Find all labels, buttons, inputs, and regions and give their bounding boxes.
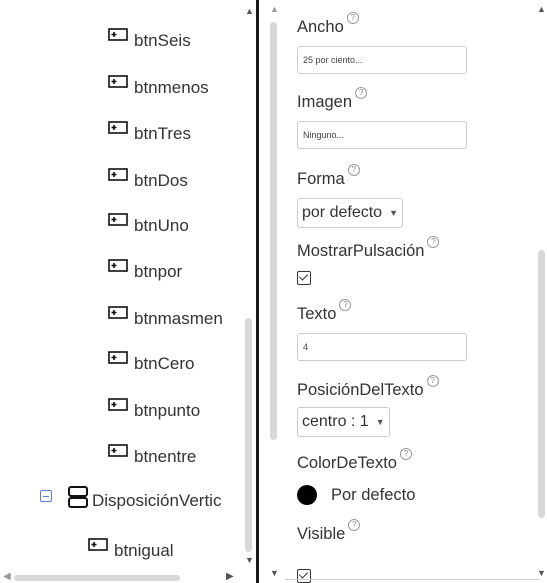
tree-item-label: btnentre bbox=[134, 447, 197, 466]
forma-select[interactable]: por defecto ▼ bbox=[297, 198, 403, 228]
scrollbar-thumb[interactable] bbox=[538, 250, 545, 518]
tree-item-btnseis[interactable]: btnSeis bbox=[108, 28, 191, 51]
component-tree-panel: btnSeis btnmenos btnTres btnDos btnUno btnpor… bbox=[0, 0, 256, 583]
button-icon bbox=[108, 259, 128, 272]
mostrar-pulsacion-checkbox[interactable] bbox=[297, 271, 311, 285]
tree-item-label: DisposiciónVertic bbox=[92, 491, 222, 510]
color-texto-picker[interactable]: Por defecto bbox=[297, 485, 415, 505]
tree-item-btntres[interactable]: btnTres bbox=[108, 121, 191, 144]
tree-item-label: btnmenos bbox=[134, 78, 209, 97]
tree-item-label: btnDos bbox=[134, 171, 188, 190]
help-icon[interactable]: ? bbox=[427, 236, 440, 248]
help-icon[interactable]: ? bbox=[355, 87, 368, 99]
select-value: centro : 1 bbox=[302, 413, 369, 430]
tree-item-label: btnCero bbox=[134, 354, 195, 373]
property-label: Forma bbox=[297, 170, 345, 188]
tree-item-btnuno[interactable]: btnUno bbox=[108, 213, 189, 236]
scroll-down-arrow-icon[interactable]: ▼ bbox=[245, 555, 254, 565]
tree-item-btnpor[interactable]: btnpor bbox=[108, 259, 182, 282]
help-icon[interactable]: ? bbox=[348, 519, 361, 531]
tree-item-container[interactable]: DisposiciónVertic bbox=[68, 486, 221, 511]
button-icon bbox=[108, 28, 128, 41]
tree-item-label: btnigual bbox=[114, 541, 174, 560]
button-icon bbox=[108, 75, 128, 88]
vertical-arrangement-icon bbox=[68, 486, 88, 508]
property-ancho: Ancho ? bbox=[297, 12, 359, 37]
scroll-left-arrow-icon[interactable]: ◀ bbox=[3, 571, 11, 582]
tree-item-label: btnTres bbox=[134, 124, 192, 143]
button-icon bbox=[108, 444, 128, 457]
tree-item-btndos[interactable]: btnDos bbox=[108, 168, 188, 191]
scroll-up-arrow-icon[interactable]: ▲ bbox=[537, 4, 546, 14]
tree-item-label: btnSeis bbox=[134, 31, 191, 50]
button-icon bbox=[108, 121, 128, 134]
tree-item-label: btnmasmen bbox=[134, 309, 223, 328]
property-mostrar-pulsacion: MostrarPulsación ? bbox=[297, 236, 440, 261]
property-visible: Visible ? bbox=[297, 519, 361, 544]
property-label: MostrarPulsación bbox=[297, 242, 425, 260]
button-icon bbox=[108, 306, 128, 319]
tree-vertical-scrollbar[interactable]: ▲ ▼ bbox=[243, 0, 255, 570]
scroll-up-arrow-icon[interactable]: ▲ bbox=[245, 6, 254, 16]
ancho-input[interactable]: 25 por ciento... bbox=[297, 46, 467, 74]
tree-item-btnigual[interactable]: btnigual bbox=[88, 538, 174, 561]
tree-item-label: btnUno bbox=[134, 216, 189, 235]
help-icon[interactable]: ? bbox=[399, 448, 412, 460]
button-icon bbox=[108, 398, 128, 411]
help-icon[interactable]: ? bbox=[346, 12, 359, 24]
property-color-texto: ColorDeTexto ? bbox=[297, 448, 412, 473]
help-icon[interactable]: ? bbox=[426, 375, 439, 387]
property-label: Ancho bbox=[297, 18, 344, 36]
dropdown-caret-icon: ▼ bbox=[389, 208, 398, 218]
scrollbar-thumb[interactable] bbox=[14, 575, 180, 581]
property-label: Visible bbox=[297, 525, 346, 543]
tree-item-btncero[interactable]: btnCero bbox=[108, 351, 194, 374]
button-icon bbox=[108, 213, 128, 226]
help-icon[interactable]: ? bbox=[339, 299, 352, 311]
properties-panel: ▲ ▼ Ancho ? 25 por ciento... Imagen ? Ni… bbox=[259, 0, 547, 583]
property-texto: Texto ? bbox=[297, 299, 352, 324]
scroll-right-arrow-icon[interactable]: ▶ bbox=[226, 571, 234, 582]
scrollbar-thumb[interactable] bbox=[270, 22, 277, 440]
scroll-down-arrow-icon[interactable]: ▼ bbox=[537, 568, 546, 578]
tree-item-btnpunto[interactable]: btnpunto bbox=[108, 398, 200, 421]
collapse-minus-icon[interactable] bbox=[40, 490, 52, 502]
properties-outer-scrollbar[interactable]: ▲ ▼ bbox=[268, 0, 280, 583]
imagen-picker[interactable]: Ninguno... bbox=[297, 121, 467, 149]
property-imagen: Imagen ? bbox=[297, 87, 368, 112]
color-swatch bbox=[297, 485, 317, 505]
tree-item-btnmenos[interactable]: btnmenos bbox=[108, 75, 209, 98]
button-icon bbox=[108, 168, 128, 181]
property-label: ColorDeTexto bbox=[297, 454, 397, 472]
tree-item-btnentre[interactable]: btnentre bbox=[108, 444, 196, 467]
divider-line bbox=[285, 579, 540, 580]
property-label: Imagen bbox=[297, 93, 353, 111]
scrollbar-thumb[interactable] bbox=[245, 318, 252, 552]
tree-item-btnmasmen[interactable]: btnmasmen bbox=[108, 306, 223, 329]
tree-item-label: btnpor bbox=[134, 262, 183, 281]
button-icon bbox=[108, 351, 128, 364]
property-label: Texto bbox=[297, 305, 337, 323]
scroll-up-arrow-icon[interactable]: ▲ bbox=[270, 4, 279, 14]
properties-inner-scrollbar[interactable]: ▲ ▼ bbox=[535, 0, 547, 583]
property-posicion-texto: PosiciónDelTexto ? bbox=[297, 375, 439, 400]
color-value: Por defecto bbox=[331, 485, 416, 504]
button-icon bbox=[88, 538, 108, 551]
texto-input[interactable]: 4 bbox=[297, 333, 467, 361]
select-value: por defecto bbox=[302, 204, 383, 221]
tree-item-label: btnpunto bbox=[134, 401, 201, 420]
help-icon[interactable]: ? bbox=[347, 164, 360, 176]
property-label: PosiciónDelTexto bbox=[297, 381, 424, 399]
dropdown-caret-icon: ▼ bbox=[375, 417, 385, 427]
property-forma: Forma ? bbox=[297, 164, 360, 189]
visible-checkbox[interactable] bbox=[297, 569, 311, 583]
posicion-texto-select[interactable]: centro : 1 ▼ bbox=[297, 407, 390, 437]
scroll-down-arrow-icon[interactable]: ▼ bbox=[270, 568, 279, 578]
tree-horizontal-scrollbar[interactable]: ◀ ▶ bbox=[0, 571, 243, 583]
